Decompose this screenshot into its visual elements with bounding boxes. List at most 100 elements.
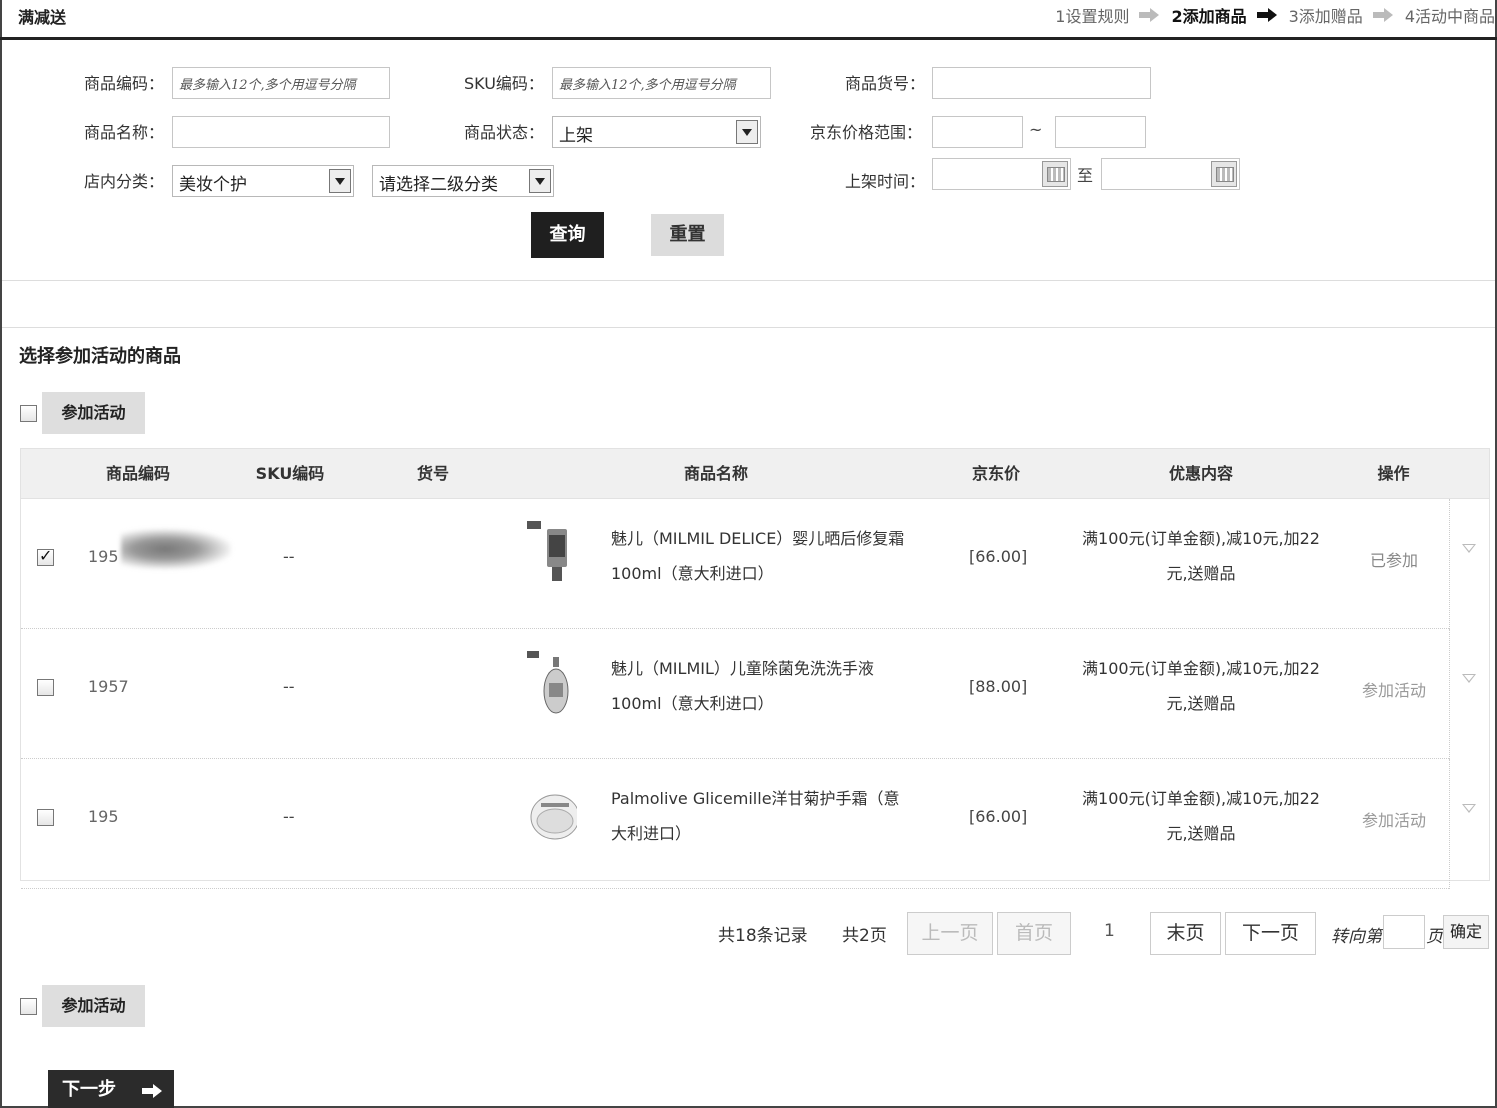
divider: [2, 327, 1495, 328]
chevron-down-icon[interactable]: [329, 169, 351, 193]
select-all-checkbox[interactable]: [20, 405, 37, 422]
arrow-right-icon: [142, 1084, 164, 1098]
goto-page-input[interactable]: [1383, 915, 1425, 949]
last-page-button[interactable]: 末页: [1150, 912, 1221, 955]
item-number-input[interactable]: [932, 67, 1151, 99]
join-activity-button-bottom[interactable]: 参加活动: [42, 985, 145, 1027]
total-pages: 共2页: [842, 926, 887, 946]
next-page-button[interactable]: 下一页: [1225, 912, 1316, 955]
select-all-checkbox-bottom[interactable]: [20, 998, 37, 1015]
status-select-value: 上架: [559, 126, 593, 146]
product-price: [66.00]: [969, 807, 1028, 826]
prev-page-button[interactable]: 上一页: [907, 912, 993, 955]
category-label: 店内分类：: [84, 172, 165, 191]
redacted-blur: [121, 529, 231, 569]
listing-time-from-input[interactable]: [932, 158, 1071, 190]
row-checkbox[interactable]: [37, 809, 54, 826]
listing-time-label: 上架时间：: [845, 172, 926, 191]
column-header-price: 京东价: [971, 464, 1020, 483]
step-4: 4活动中商品: [1404, 7, 1495, 26]
product-code: 195: [88, 807, 119, 826]
goto-label: 转向第: [1331, 927, 1382, 947]
column-header-promo: 优惠内容: [1168, 464, 1233, 483]
query-button[interactable]: 查询: [531, 212, 604, 258]
category-level1-value: 美妆个护: [179, 175, 247, 195]
sku-code: --: [283, 547, 295, 566]
product-image: [530, 794, 577, 840]
table-row: 1957 -- 魅儿（MILMIL）儿童除菌免洗洗手液100ml（意大利进口） …: [21, 629, 1476, 759]
arrow-right-icon: [1139, 8, 1161, 22]
product-name[interactable]: Palmolive Glicemille洋甘菊护手霜（意大利进口）: [611, 781, 911, 851]
product-code-label: 商品编码：: [84, 74, 165, 93]
step-2: 2添加商品: [1171, 7, 1247, 26]
product-price: [66.00]: [969, 547, 1028, 566]
joined-status: 已参加: [1369, 551, 1418, 570]
column-header-item-no: 货号: [416, 464, 449, 483]
product-code: 1957: [88, 677, 129, 696]
table-row: 195 -- Palmolive Glicemille洋甘菊护手霜（意大利进口）…: [21, 759, 1476, 889]
calendar-icon[interactable]: [1042, 161, 1068, 187]
price-from-input[interactable]: [932, 116, 1023, 148]
price-range-label: 京东价格范围：: [810, 123, 923, 142]
column-header-operation: 操作: [1377, 464, 1410, 483]
section-title: 选择参加活动的商品: [19, 346, 181, 367]
listing-time-separator: 至: [1077, 166, 1094, 185]
chevron-down-icon[interactable]: [1462, 674, 1476, 683]
step-3: 3添加赠品: [1288, 7, 1363, 26]
next-step-button[interactable]: 下一步: [48, 1070, 174, 1108]
promo-content: 满100元(订单金额),减10元,加22元,送赠品: [1082, 659, 1320, 713]
divider: [2, 280, 1495, 281]
arrow-right-icon: [1256, 8, 1279, 22]
column-header-product-name: 商品名称: [683, 464, 748, 483]
item-number-label: 商品货号：: [845, 74, 926, 93]
chevron-down-icon[interactable]: [1462, 544, 1476, 553]
table-header: 商品编码 SKU编码 货号 商品名称 京东价 优惠内容 操作: [21, 449, 1489, 499]
category-level2-value: 请选择二级分类: [379, 175, 498, 195]
join-activity-link[interactable]: 参加活动: [1339, 807, 1449, 831]
product-image: [527, 651, 569, 714]
first-page-button[interactable]: 首页: [997, 912, 1071, 955]
current-page[interactable]: 1: [1104, 921, 1115, 941]
product-name-label: 商品名称：: [84, 123, 165, 142]
row-checkbox[interactable]: [37, 679, 54, 696]
product-code-input[interactable]: 最多输入12个,多个用逗号分隔: [172, 67, 390, 99]
chevron-down-icon[interactable]: [529, 169, 551, 193]
row-expand-cell: [1449, 499, 1489, 629]
product-name[interactable]: 魅儿（MILMIL DELICE）婴儿晒后修复霜 100ml（意大利进口）: [611, 521, 911, 591]
join-activity-button[interactable]: 参加活动: [42, 392, 145, 434]
product-name[interactable]: 魅儿（MILMIL）儿童除菌免洗洗手液100ml（意大利进口）: [611, 651, 911, 721]
chevron-down-icon[interactable]: [736, 120, 758, 144]
next-step-label: 下一步: [62, 1079, 116, 1100]
product-price: [88.00]: [969, 677, 1028, 696]
category-level1-select[interactable]: 美妆个护: [172, 165, 354, 197]
status-select[interactable]: 上架: [552, 116, 761, 148]
page-title: 满减送: [18, 8, 67, 27]
category-level2-select[interactable]: 请选择二级分类: [372, 165, 554, 197]
promo-content: 满100元(订单金额),减10元,加22元,送赠品: [1082, 529, 1320, 583]
sku-code: --: [283, 807, 295, 826]
product-table: 商品编码 SKU编码 货号 商品名称 京东价 优惠内容 操作 195 -- 魅儿…: [20, 448, 1490, 889]
row-expand-cell: [1449, 759, 1489, 889]
join-activity-link[interactable]: 参加活动: [1339, 677, 1449, 701]
step-indicator: 1设置规则 2添加商品 3添加赠品 4活动中商品: [1055, 3, 1495, 27]
reset-button[interactable]: 重置: [651, 214, 724, 256]
price-to-input[interactable]: [1055, 116, 1146, 148]
chevron-down-icon[interactable]: [1462, 804, 1476, 813]
sku-code: --: [283, 677, 295, 696]
column-header-sku: SKU编码: [255, 464, 325, 483]
row-checkbox[interactable]: [37, 546, 54, 566]
header: 满减送 1设置规则 2添加商品 3添加赠品 4活动中商品: [0, 0, 1497, 40]
goto-suffix: 页: [1426, 927, 1443, 947]
product-code: 195: [88, 547, 119, 566]
table-row: 195 -- 魅儿（MILMIL DELICE）婴儿晒后修复霜 100ml（意大…: [21, 499, 1476, 629]
column-header-product-code: 商品编码: [105, 464, 170, 483]
product-name-input[interactable]: [172, 116, 390, 148]
goto-confirm-button[interactable]: 确定: [1443, 915, 1489, 949]
calendar-icon[interactable]: [1211, 161, 1237, 187]
status-label: 商品状态：: [464, 123, 545, 142]
sku-code-input[interactable]: 最多输入12个,多个用逗号分隔: [552, 67, 771, 99]
price-range-separator: ~: [1029, 120, 1043, 139]
row-expand-cell: [1449, 629, 1489, 759]
listing-time-to-input[interactable]: [1101, 158, 1240, 190]
step-1: 1设置规则: [1055, 7, 1130, 26]
